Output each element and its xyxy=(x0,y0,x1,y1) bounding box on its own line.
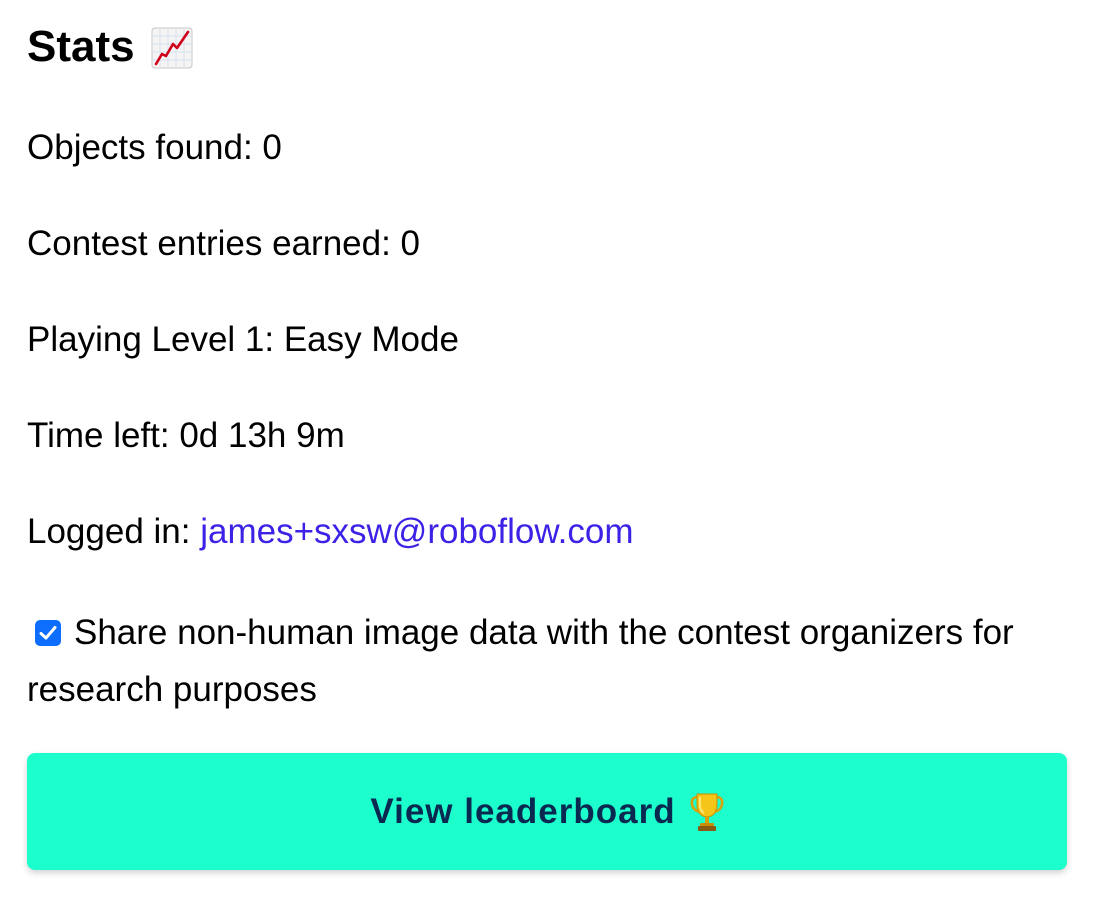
logged-in-email-link[interactable]: james+sxsw@roboflow.com xyxy=(200,512,633,551)
share-data-row: Share non-human image data with the cont… xyxy=(27,604,1067,718)
stats-title-text: Stats xyxy=(27,22,135,71)
share-data-label[interactable]: Share non-human image data with the cont… xyxy=(27,613,1014,709)
stats-title: Stats xyxy=(27,20,193,74)
view-leaderboard-label: View leaderboard xyxy=(370,791,676,831)
logged-in-label: Logged in: xyxy=(27,512,201,551)
trophy-icon xyxy=(690,792,724,832)
time-left-text: Time left: 0d 13h 9m xyxy=(27,416,345,455)
contest-entries-text: Contest entries earned: 0 xyxy=(27,224,421,263)
chart-increasing-icon xyxy=(151,27,193,69)
share-data-checkbox[interactable] xyxy=(35,620,61,646)
level-text: Playing Level 1: Easy Mode xyxy=(27,320,459,359)
checkmark-icon xyxy=(39,626,57,640)
objects-found-text: Objects found: 0 xyxy=(27,128,282,167)
logged-in-row: Logged in: james+sxsw@roboflow.com xyxy=(27,510,634,554)
view-leaderboard-button[interactable]: View leaderboard xyxy=(27,753,1067,870)
